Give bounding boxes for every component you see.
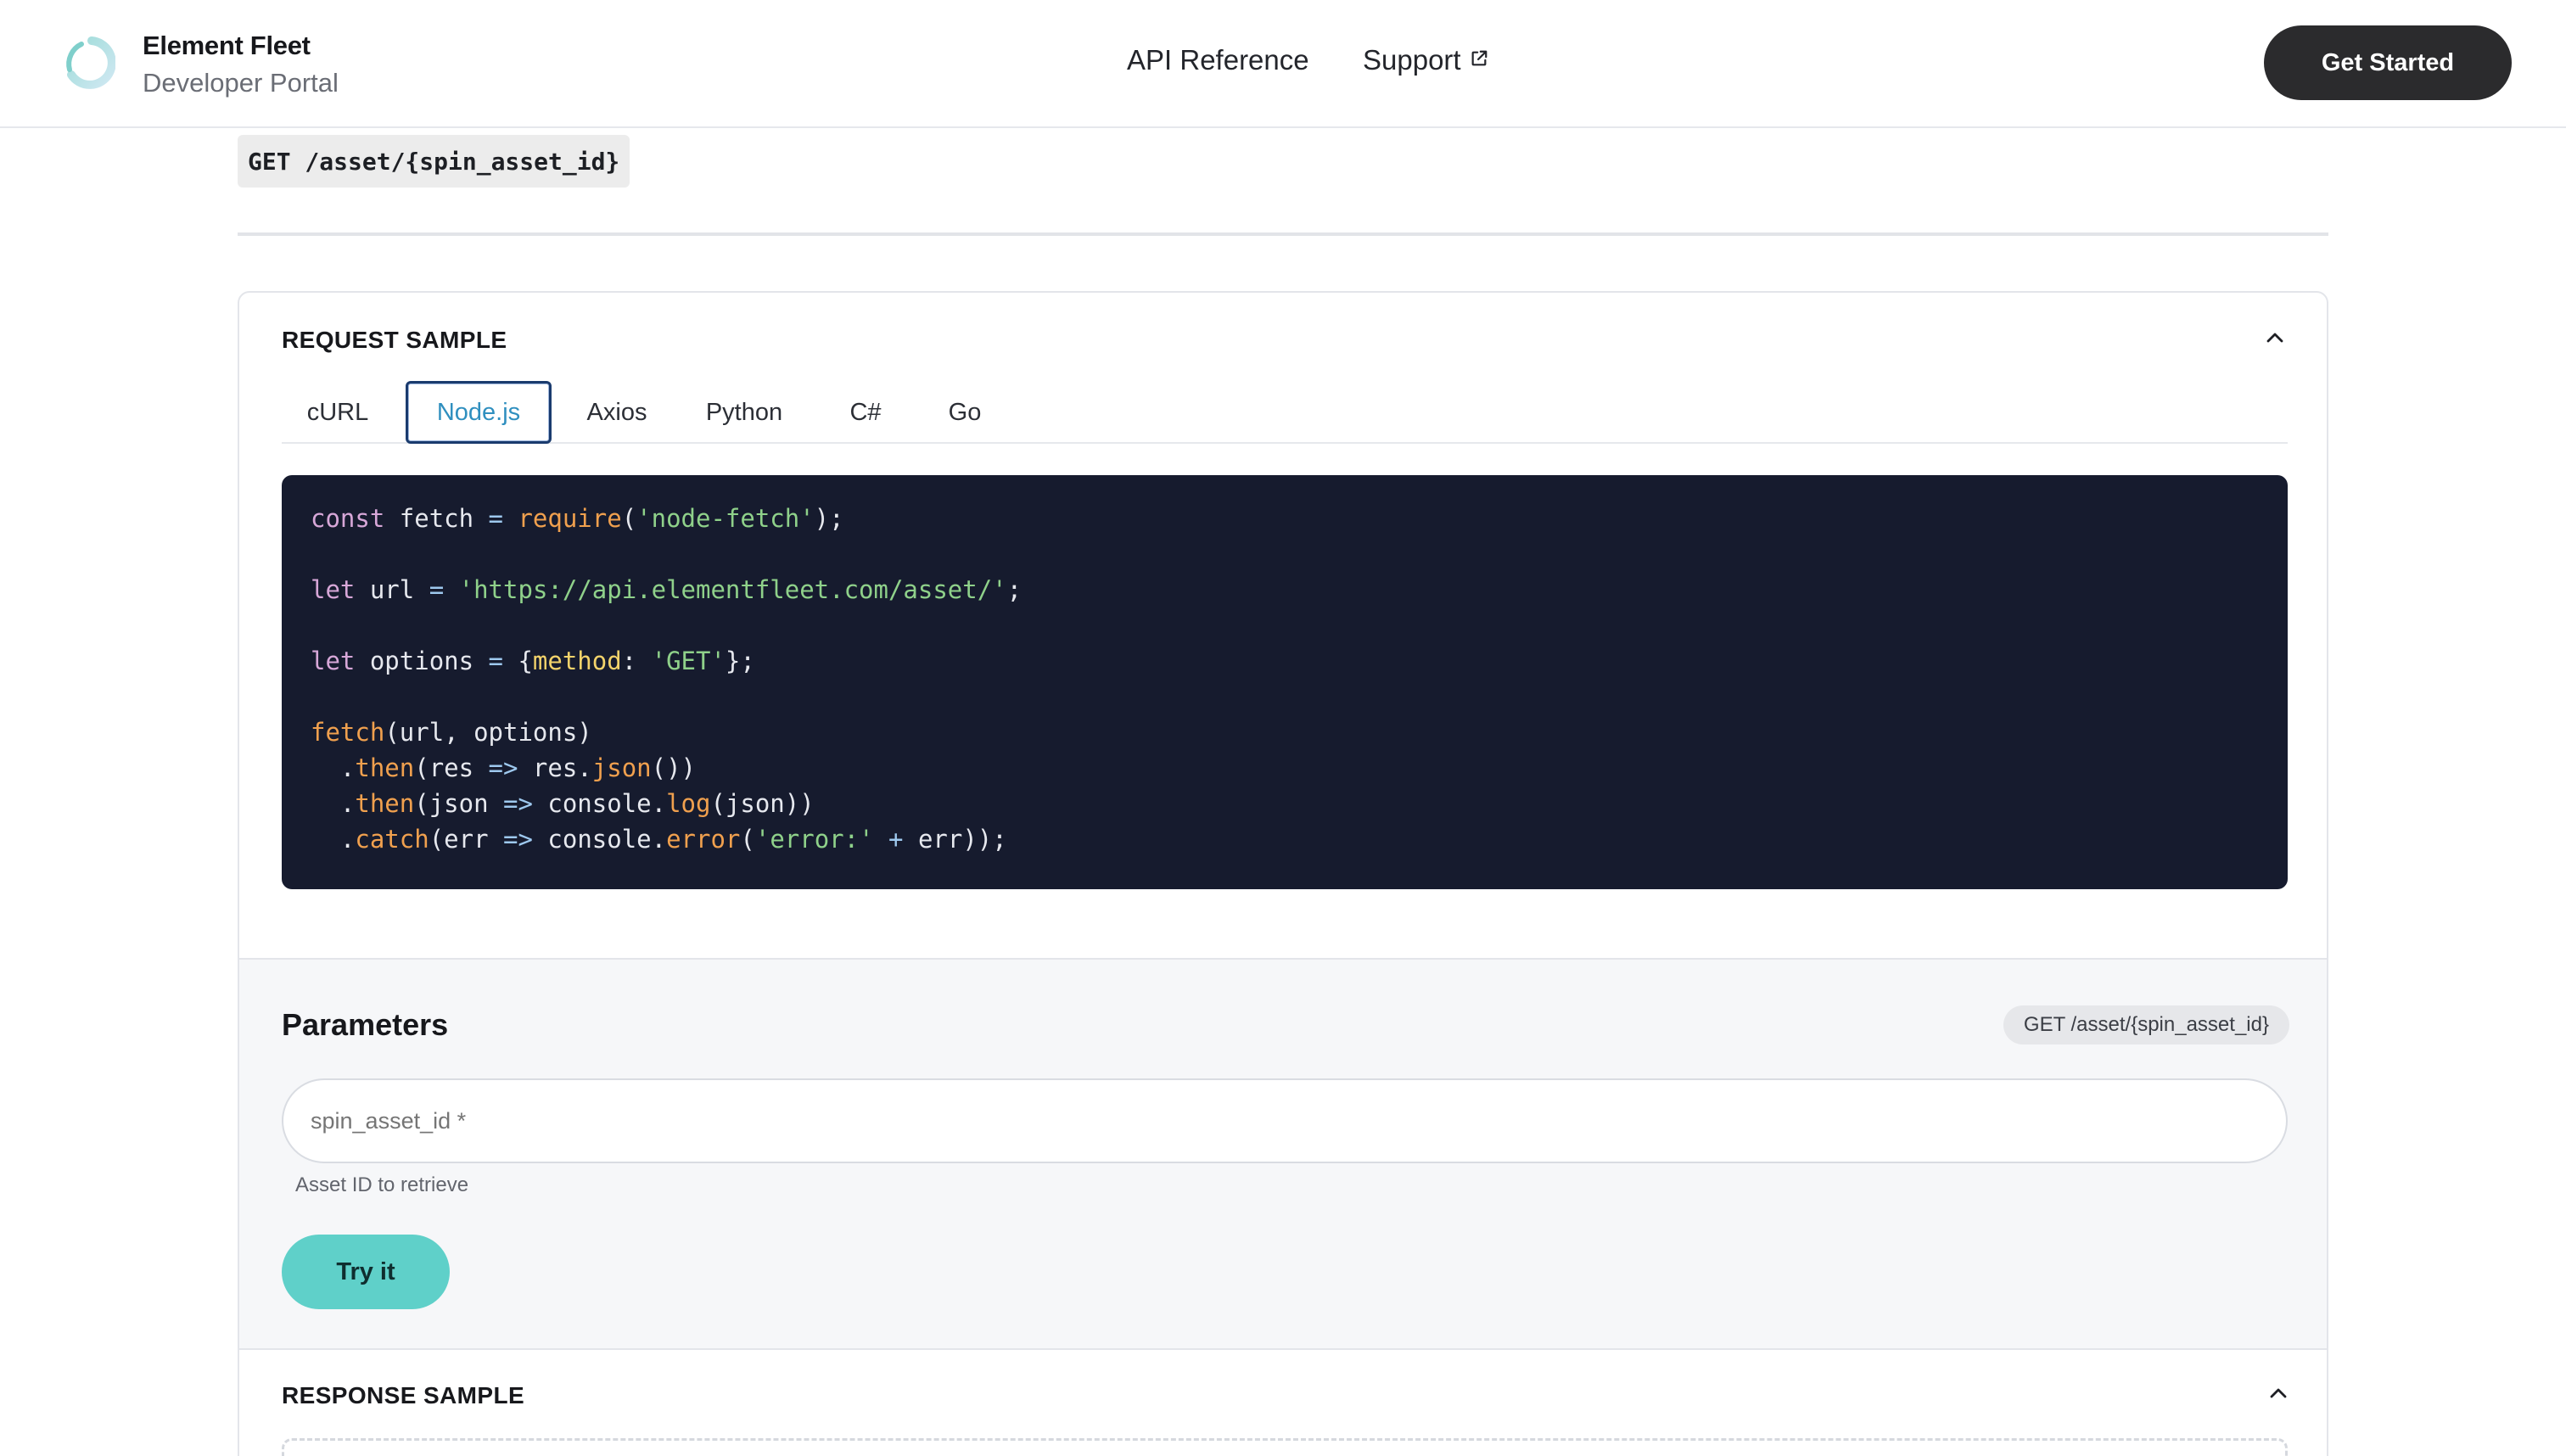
code-token: 'https://api.elementfleet.com/asset/' bbox=[458, 575, 1007, 604]
get-started-button[interactable]: Get Started bbox=[2264, 25, 2512, 100]
code-token: method bbox=[532, 647, 622, 675]
code-token: ; bbox=[1006, 575, 1022, 604]
code-token: (json bbox=[414, 789, 503, 818]
code-token: ( bbox=[621, 504, 637, 533]
response-sample-section: RESPONSE SAMPLE bbox=[239, 1348, 2327, 1456]
request-sample-title: REQUEST SAMPLE bbox=[282, 327, 507, 353]
code-line: fetch(url, options) bbox=[311, 714, 2259, 750]
code-token: + bbox=[888, 825, 904, 854]
code-line: .catch(err => console.error('error:' + e… bbox=[311, 821, 2259, 857]
code-token: ); bbox=[814, 504, 844, 533]
section-divider bbox=[238, 232, 2328, 236]
code-token: fetch bbox=[311, 718, 385, 747]
brand-title[interactable]: Element Fleet bbox=[143, 31, 311, 61]
code-line: const fetch = require('node-fetch'); bbox=[311, 501, 2259, 536]
tab-curl[interactable]: cURL bbox=[282, 381, 394, 444]
code-token: (url, options) bbox=[384, 718, 592, 747]
code-token: console. bbox=[532, 825, 667, 854]
code-token: { bbox=[503, 647, 533, 675]
code-token: error bbox=[666, 825, 741, 854]
field-hint: Asset ID to retrieve bbox=[295, 1173, 469, 1196]
spin-asset-id-field[interactable] bbox=[282, 1078, 2288, 1163]
code-token: json bbox=[591, 753, 652, 782]
language-tabs: cURL Node.js Axios Python C# Go bbox=[282, 381, 2288, 444]
code-token: then bbox=[355, 789, 415, 818]
code-token: => bbox=[488, 753, 518, 782]
tab-csharp[interactable]: C# bbox=[815, 381, 916, 444]
api-sample-card: REQUEST SAMPLE cURL Node.js Axios Python… bbox=[238, 291, 2328, 1456]
code-token: => bbox=[503, 789, 533, 818]
code-sample[interactable]: const fetch = require('node-fetch'); let… bbox=[282, 475, 2288, 889]
code-token: . bbox=[311, 825, 356, 854]
nav-api-reference-label: API Reference bbox=[1127, 44, 1309, 76]
code-token: . bbox=[311, 753, 356, 782]
nav-api-reference[interactable]: API Reference bbox=[1127, 44, 1309, 76]
code-token: }; bbox=[725, 647, 755, 675]
code-token: res. bbox=[518, 753, 592, 782]
code-token: (json)) bbox=[710, 789, 815, 818]
tab-python[interactable]: Python bbox=[681, 381, 808, 444]
code-token: const bbox=[311, 504, 385, 533]
code-token: log bbox=[666, 789, 711, 818]
try-it-button[interactable]: Try it bbox=[282, 1235, 450, 1309]
code-token: ()) bbox=[651, 753, 697, 782]
code-line: let url = 'https://api.elementfleet.com/… bbox=[311, 572, 2259, 608]
tab-go[interactable]: Go bbox=[918, 381, 1011, 444]
code-token: fetch bbox=[384, 504, 489, 533]
response-sample-box bbox=[282, 1438, 2288, 1456]
code-token: console. bbox=[532, 789, 667, 818]
code-token: let bbox=[311, 647, 356, 675]
code-line: .then(res => res.json()) bbox=[311, 750, 2259, 786]
code-token: (err bbox=[429, 825, 504, 854]
brand-subtitle: Developer Portal bbox=[143, 68, 339, 98]
code-token: options bbox=[355, 647, 489, 675]
code-token: : bbox=[621, 647, 652, 675]
code-token: (res bbox=[414, 753, 489, 782]
nav-support[interactable]: Support bbox=[1363, 44, 1488, 76]
code-token: require bbox=[518, 504, 622, 533]
code-token: err)); bbox=[903, 825, 1007, 854]
code-token: . bbox=[311, 789, 356, 818]
spin-asset-id-input[interactable] bbox=[311, 1107, 2177, 1134]
code-token: => bbox=[503, 825, 533, 854]
nav-support-label: Support bbox=[1363, 44, 1461, 76]
response-sample-title: RESPONSE SAMPLE bbox=[282, 1382, 525, 1408]
code-token: url bbox=[355, 575, 429, 604]
code-line: .then(json => console.log(json)) bbox=[311, 786, 2259, 821]
code-token: 'error:' bbox=[754, 825, 874, 854]
chevron-up-icon[interactable] bbox=[2266, 1380, 2291, 1406]
code-token: let bbox=[311, 575, 356, 604]
tab-axios[interactable]: Axios bbox=[562, 381, 672, 444]
code-token: = bbox=[429, 575, 445, 604]
endpoint-label: GET /asset/{spin_asset_id} bbox=[238, 135, 630, 188]
element-fleet-logo-icon[interactable] bbox=[61, 36, 115, 90]
code-token: = bbox=[488, 647, 503, 675]
tab-nodejs[interactable]: Node.js bbox=[406, 381, 552, 444]
code-token: then bbox=[355, 753, 415, 782]
chevron-up-icon[interactable] bbox=[2262, 325, 2288, 350]
external-link-icon bbox=[1471, 50, 1487, 66]
code-token: catch bbox=[355, 825, 429, 854]
endpoint-badge: GET /asset/{spin_asset_id} bbox=[2003, 1005, 2289, 1044]
parameters-panel: Parameters GET /asset/{spin_asset_id} As… bbox=[239, 958, 2327, 1348]
parameters-title: Parameters bbox=[282, 1007, 449, 1042]
code-token: 'GET' bbox=[651, 647, 726, 675]
code-line: let options = {method: 'GET'}; bbox=[311, 643, 2259, 679]
code-token: ( bbox=[740, 825, 755, 854]
code-token: = bbox=[488, 504, 503, 533]
code-token: 'node-fetch' bbox=[636, 504, 815, 533]
top-header: Element Fleet Developer Portal API Refer… bbox=[0, 0, 2566, 128]
